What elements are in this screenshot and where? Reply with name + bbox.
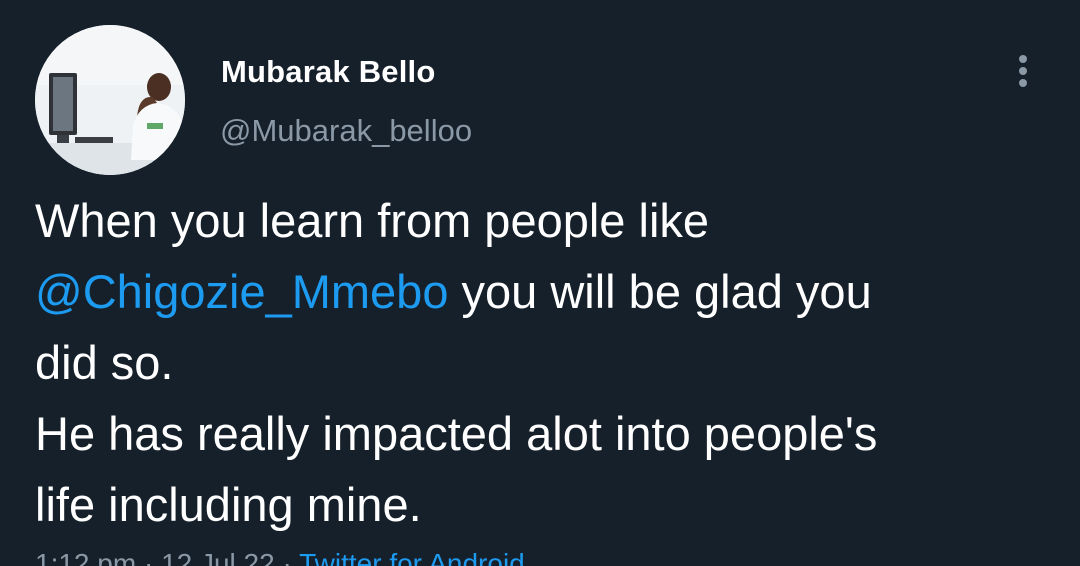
- tweet-source-link[interactable]: Twitter for Android: [299, 548, 525, 566]
- tweet-line: did so.: [35, 336, 174, 389]
- user-handle[interactable]: @Mubarak_belloo: [220, 113, 472, 149]
- more-options-icon[interactable]: [1008, 50, 1038, 92]
- tweet-meta: 1:12 pm · 12 Jul 22 · Twitter for Androi…: [35, 548, 525, 566]
- tweet-date[interactable]: 12 Jul 22: [161, 548, 275, 566]
- more-dot: [1019, 79, 1027, 87]
- avatar[interactable]: [35, 25, 185, 175]
- tweet-line: @Chigozie_Mmebo you will be glad you: [35, 256, 1055, 327]
- more-dot: [1019, 55, 1027, 63]
- more-dot: [1019, 67, 1027, 75]
- profile-photo-icon: [35, 25, 185, 175]
- tweet-time[interactable]: 1:12 pm: [35, 548, 136, 566]
- tweet-text: When you learn from people like @Chigozi…: [35, 185, 1055, 540]
- tweet-line-text: you will be glad you: [448, 265, 872, 318]
- tweet-line: When you learn from people like: [35, 194, 710, 247]
- meta-separator: ·: [136, 548, 162, 566]
- display-name[interactable]: Mubarak Bello: [221, 54, 435, 90]
- tweet-line: He has really impacted alot into people'…: [35, 407, 878, 460]
- meta-separator: ·: [274, 548, 300, 566]
- tweet-line: life including mine.: [35, 478, 422, 531]
- mention-link[interactable]: @Chigozie_Mmebo: [35, 265, 448, 318]
- tweet-card: Mubarak Bello @Mubarak_belloo When you l…: [0, 0, 1080, 566]
